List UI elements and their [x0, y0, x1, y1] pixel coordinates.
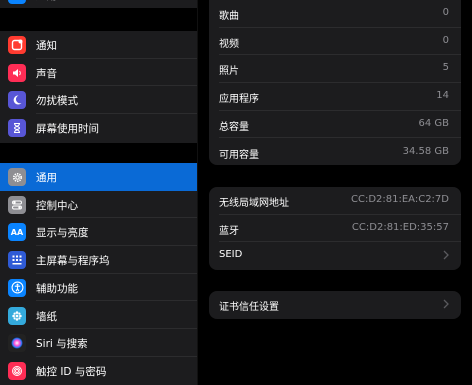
- notifications-icon: [8, 36, 26, 54]
- sidebar-group-notifications: 通知 声音 勿扰模式 屏幕使用时间: [0, 31, 197, 143]
- certificate-card: 证书信任设置: [209, 291, 461, 319]
- sidebar-item-screen-time[interactable]: 屏幕使用时间: [0, 114, 197, 142]
- stat-value: 14: [436, 90, 449, 102]
- home-screen-dock-icon: [8, 251, 26, 270]
- sidebar-item-label: 控制中心: [36, 199, 78, 212]
- stat-value: 0: [442, 7, 449, 18]
- display-brightness-icon: AA: [8, 223, 26, 242]
- stats-card: 歌曲 0 视频 0 照片 5 应用程序 14 总容量 64 GB 可用容量 34…: [209, 0, 461, 165]
- wallpaper-icon: [8, 306, 26, 325]
- stat-row-apps: 应用程序 14: [209, 83, 461, 111]
- sidebar-item-touch-id[interactable]: 触控 ID 与密码: [0, 357, 197, 385]
- sidebar-item-label: 触控 ID 与密码: [36, 365, 107, 378]
- stat-value: 0: [442, 34, 449, 46]
- sidebar-item-accessibility[interactable]: 辅助功能: [0, 274, 197, 302]
- sidebar-item-label: 主屏幕与程序坞: [36, 255, 110, 268]
- sidebar-item-wallpaper[interactable]: 墙纸: [0, 302, 197, 330]
- stat-label: 歌曲: [219, 11, 239, 22]
- stat-label: 应用程序: [219, 94, 259, 106]
- sidebar-group-general: 通用 控制中心 AA 显示与亮度 主屏幕与程序坞 辅助功能 墙纸 Siri 与搜…: [0, 163, 197, 385]
- siri-icon: [8, 334, 26, 353]
- seid-label: SEID: [219, 249, 243, 261]
- sidebar-item-partial[interactable]: 通用: [0, 0, 197, 8]
- stat-label: 总容量: [219, 121, 249, 133]
- sounds-icon: [8, 63, 26, 82]
- wifi-address-label: 无线局域网地址: [219, 198, 289, 209]
- sidebar-item-label: 勿扰模式: [36, 95, 78, 108]
- wifi-address-value: CC:D2:81:EA:C2:7D: [351, 194, 449, 205]
- stat-value: 64 GB: [418, 117, 449, 129]
- stat-row-photos: 照片 5: [209, 55, 461, 84]
- sidebar-item-sounds[interactable]: 声音: [0, 59, 197, 87]
- sidebar-item-display-brightness[interactable]: AA 显示与亮度: [0, 218, 197, 247]
- sidebar-item-do-not-disturb[interactable]: 勿扰模式: [0, 86, 197, 115]
- sidebar-item-siri-search[interactable]: Siri 与搜索: [0, 329, 197, 357]
- sidebar-item-label: 声音: [36, 67, 57, 80]
- sidebar-group-top: 通用: [0, 0, 197, 8]
- stat-row-capacity: 总容量 64 GB: [209, 111, 461, 139]
- control-center-icon: [8, 195, 26, 214]
- sidebar-item-label: Siri 与搜索: [36, 338, 88, 351]
- touch-id-icon: [8, 361, 26, 380]
- about-detail-pane: 歌曲 0 视频 0 照片 5 应用程序 14 总容量 64 GB 可用容量 34…: [198, 0, 472, 385]
- bluetooth-label: 蓝牙: [219, 225, 239, 237]
- stat-value: 5: [442, 62, 449, 74]
- general-gear-icon: [8, 168, 26, 186]
- screen-time-icon: [8, 119, 26, 138]
- do-not-disturb-icon: [8, 91, 26, 110]
- bluetooth-value: CC:D2:81:ED:35:57: [351, 221, 449, 233]
- bluetooth-row: 蓝牙 CC:D2:81:ED:35:57: [209, 215, 461, 243]
- seid-row[interactable]: SEID: [209, 242, 461, 270]
- sidebar-item-label: 屏幕使用时间: [36, 123, 99, 136]
- settings-sidebar: 通用 通知 声音 勿扰模式: [0, 0, 197, 385]
- sidebar-item-label: 通用: [36, 0, 57, 3]
- stat-label: 视频: [219, 38, 239, 50]
- stat-value: 34.58 GB: [402, 145, 449, 157]
- stat-row-available: 可用容量 34.58 GB: [209, 139, 461, 167]
- stat-label: 可用容量: [219, 149, 259, 161]
- sidebar-item-label: 墙纸: [36, 310, 57, 323]
- certificate-trust-label: 证书信任设置: [219, 302, 279, 313]
- network-card: 无线局域网地址 CC:D2:81:EA:C2:7D 蓝牙 CC:D2:81:ED…: [209, 187, 461, 270]
- stat-label: 照片: [219, 66, 239, 78]
- stat-row-videos: 视频 0: [209, 28, 461, 56]
- wifi-address-row: 无线局域网地址 CC:D2:81:EA:C2:7D: [209, 187, 461, 215]
- sidebar-item-notifications[interactable]: 通知: [0, 31, 197, 59]
- sidebar-item-control-center[interactable]: 控制中心: [0, 191, 197, 219]
- sidebar-item-label: 通知: [36, 40, 57, 52]
- chevron-right-icon: [443, 250, 449, 260]
- sidebar-item-label: 显示与亮度: [36, 227, 89, 240]
- sidebar-item-general[interactable]: 通用: [0, 163, 197, 191]
- sidebar-item-label: 通用: [36, 172, 57, 184]
- stat-row-songs: 歌曲 0: [209, 0, 461, 28]
- sidebar-item-label: 辅助功能: [36, 282, 78, 295]
- certificate-trust-row[interactable]: 证书信任设置: [209, 291, 461, 319]
- chevron-right-icon: [443, 299, 449, 309]
- accessibility-icon: [8, 278, 26, 297]
- sidebar-item-home-screen-dock[interactable]: 主屏幕与程序坞: [0, 246, 197, 274]
- partial-icon: [8, 0, 26, 4]
